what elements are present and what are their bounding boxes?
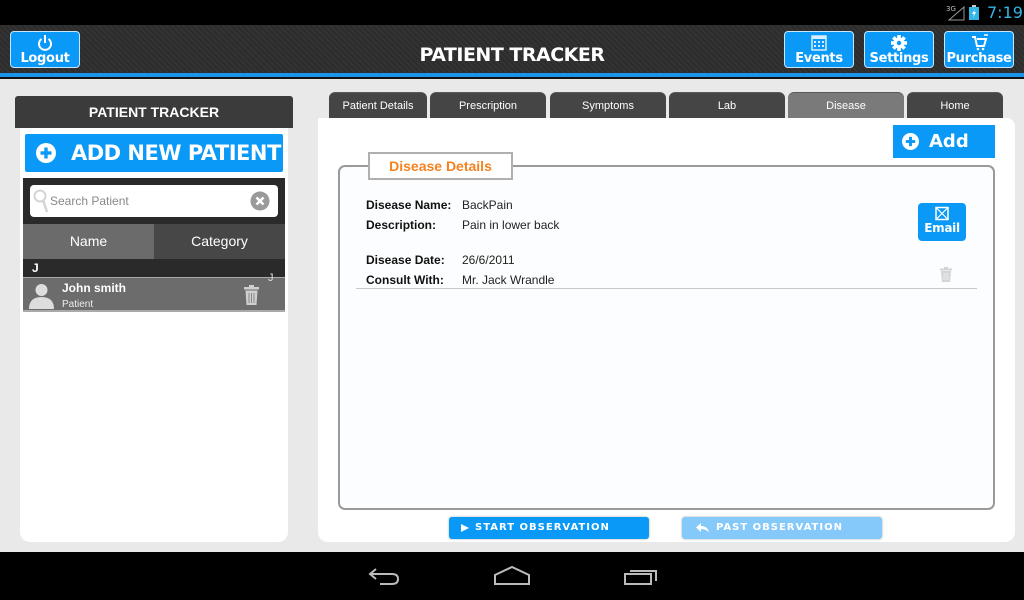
purchase-label: Purchase — [946, 51, 1012, 66]
clock: 7:19 — [987, 3, 1023, 22]
back-icon[interactable] — [366, 565, 402, 587]
tab-prescription[interactable]: Prescription — [430, 92, 546, 118]
reply-arrow-icon — [696, 523, 709, 533]
sidebar-title: PATIENT TRACKER — [15, 96, 293, 128]
sort-tab-category[interactable]: Category — [154, 224, 285, 259]
tab-lab[interactable]: Lab — [669, 92, 785, 118]
power-icon — [38, 35, 52, 51]
tab-patient-details[interactable]: Patient Details — [329, 92, 427, 118]
search-icon — [33, 189, 49, 213]
envelope-icon — [935, 206, 949, 221]
record-divider — [356, 288, 977, 289]
clear-search-icon[interactable] — [250, 191, 270, 211]
disease-name-label: Disease Name: — [366, 198, 452, 212]
purchase-button[interactable]: Purchase — [944, 31, 1014, 68]
logout-label: Logout — [20, 51, 70, 66]
signal-3g-icon: 3G — [946, 5, 965, 21]
disease-date-value: 26/6/2011 — [462, 253, 515, 267]
description-value: Pain in lower back — [462, 218, 560, 232]
trash-icon[interactable] — [244, 285, 259, 305]
disease-details-box — [338, 165, 995, 510]
settings-button[interactable]: Settings — [864, 31, 934, 68]
start-observation-button[interactable]: START OBSERVATION — [449, 517, 649, 539]
past-observation-button[interactable]: PAST OBSERVATION — [682, 517, 882, 539]
plus-circle-icon — [36, 143, 56, 163]
patient-category: Patient — [62, 299, 94, 310]
add-new-patient-button[interactable]: ADD NEW PATIENT — [25, 134, 283, 172]
status-bar: 3G 7:19 — [0, 0, 1024, 25]
alphabet-index-letter[interactable]: J — [268, 272, 274, 284]
email-label: Email — [924, 221, 960, 235]
description-label: Description: — [366, 218, 437, 232]
tab-home[interactable]: Home — [907, 92, 1003, 118]
cart-icon — [972, 34, 988, 51]
disease-name-value: BackPain — [462, 198, 513, 212]
consult-with-value: Mr. Jack Wrandle — [462, 273, 555, 287]
past-observation-label: PAST OBSERVATION — [716, 522, 843, 533]
disease-details-title: Disease Details — [368, 152, 513, 180]
section-header-j: J — [23, 259, 285, 277]
avatar-icon — [29, 284, 54, 309]
events-button[interactable]: Events — [784, 31, 854, 68]
search-patient-input[interactable] — [50, 190, 240, 212]
start-observation-label: START OBSERVATION — [475, 522, 610, 533]
calendar-icon — [811, 35, 827, 51]
tab-disease[interactable]: Disease — [788, 92, 904, 118]
home-icon[interactable] — [493, 565, 531, 587]
recent-apps-icon[interactable] — [623, 565, 659, 587]
gear-icon — [891, 35, 907, 51]
delete-record-icon[interactable] — [940, 267, 952, 282]
logout-button[interactable]: Logout — [10, 31, 80, 68]
consult-with-label: Consult With: — [366, 273, 444, 287]
battery-charging-icon — [969, 5, 979, 20]
patient-name: John smith — [62, 281, 127, 295]
add-label: Add — [929, 131, 969, 152]
patient-list-item[interactable]: John smith Patient J — [23, 272, 285, 312]
tab-symptoms[interactable]: Symptoms — [550, 92, 666, 118]
disease-date-label: Disease Date: — [366, 253, 445, 267]
events-label: Events — [795, 51, 843, 66]
settings-label: Settings — [869, 51, 929, 66]
add-disease-button[interactable]: Add — [893, 125, 995, 158]
add-new-patient-label: ADD NEW PATIENT — [71, 141, 281, 165]
play-icon — [461, 524, 469, 532]
email-button[interactable]: Email — [918, 203, 966, 241]
svg-text:3G: 3G — [946, 5, 956, 13]
sort-tab-name[interactable]: Name — [23, 224, 154, 259]
plus-circle-icon — [902, 133, 919, 150]
